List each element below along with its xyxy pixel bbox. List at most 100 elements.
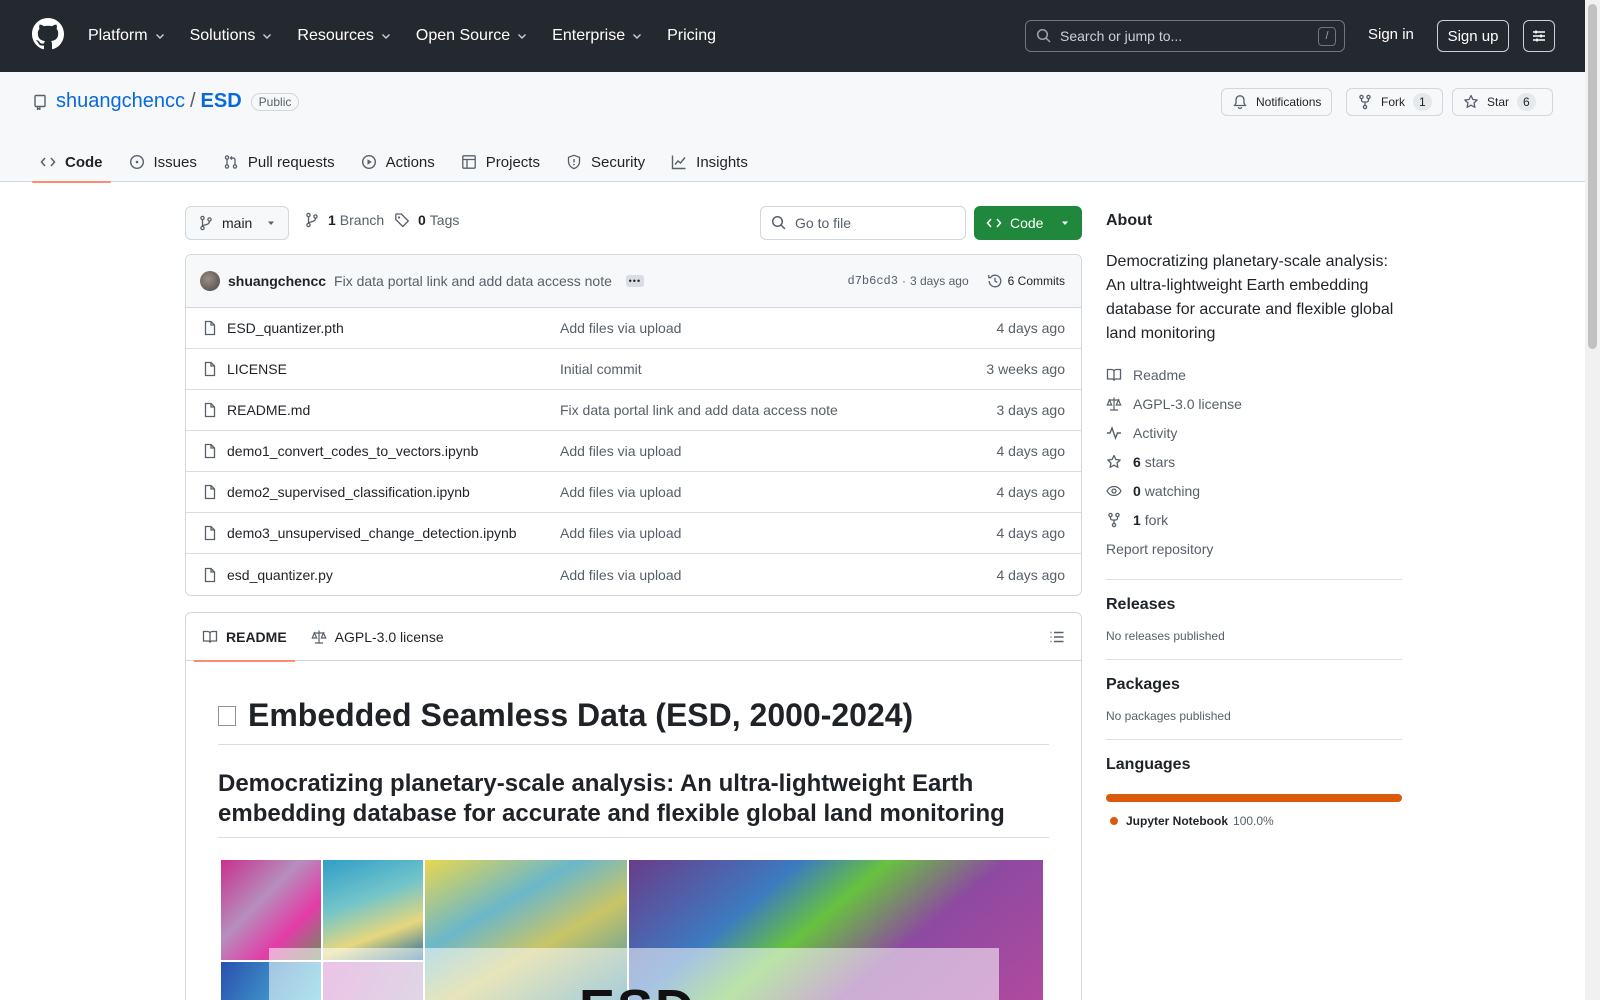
tab-actions[interactable]: Actions <box>353 142 443 182</box>
fork-button[interactable]: Fork 1 <box>1346 88 1443 116</box>
law-icon <box>1106 397 1122 411</box>
table-row[interactable]: demo2_supervised_classification.ipynb Ad… <box>186 472 1081 513</box>
table-row[interactable]: README.md Fix data portal link and add d… <box>186 390 1081 431</box>
file-name-link[interactable]: LICENSE <box>227 361 560 377</box>
file-commit-message-link[interactable]: Add files via upload <box>560 567 681 583</box>
expand-commit-button[interactable]: ••• <box>625 275 644 287</box>
shield-icon <box>567 154 581 170</box>
nav-pricing[interactable]: Pricing <box>667 27 716 45</box>
github-logo-icon[interactable] <box>32 18 64 50</box>
language-item[interactable]: Jupyter Notebook 100.0% <box>1106 814 1402 828</box>
nav-platform[interactable]: Platform <box>88 27 166 45</box>
nav-solutions[interactable]: Solutions <box>190 27 274 45</box>
activity-link[interactable]: Activity <box>1106 418 1402 447</box>
commit-author-link[interactable]: shuangchencc <box>228 273 326 289</box>
caret-down-icon <box>1062 221 1068 225</box>
table-row[interactable]: LICENSE Initial commit 3 weeks ago <box>186 349 1081 390</box>
chevron-down-icon <box>155 34 164 39</box>
forks-link[interactable]: 1 fork <box>1106 505 1402 534</box>
notifications-button[interactable]: Notifications <box>1221 88 1333 116</box>
report-repository-link[interactable]: Report repository <box>1106 534 1402 563</box>
language-bar <box>1106 794 1402 802</box>
file-commit-message-link[interactable]: Add files via upload <box>560 484 681 500</box>
stars-link[interactable]: 6 stars <box>1106 447 1402 476</box>
file-name-link[interactable]: ESD_quantizer.pth <box>227 320 560 336</box>
hero-logo-text: ESD <box>579 978 696 1000</box>
about-heading: About <box>1106 212 1153 229</box>
search-placeholder: Search or jump to... <box>1060 28 1183 44</box>
tab-security[interactable]: Security <box>558 142 653 182</box>
chevron-down-icon <box>381 34 390 39</box>
file-list: shuangchencc Fix data portal link and ad… <box>185 254 1082 596</box>
tab-pull-requests[interactable]: Pull requests <box>215 142 343 182</box>
branches-link[interactable]: 1 Branch <box>304 212 384 228</box>
global-header: Platform Solutions Resources Open Source… <box>0 0 1600 72</box>
graph-icon <box>671 155 686 170</box>
tab-projects[interactable]: Projects <box>453 142 548 182</box>
sign-in-link[interactable]: Sign in <box>1368 26 1414 43</box>
file-name-link[interactable]: esd_quantizer.py <box>227 567 560 583</box>
file-name-link[interactable]: demo1_convert_codes_to_vectors.ipynb <box>227 443 560 459</box>
avatar[interactable] <box>200 271 220 291</box>
nav-enterprise[interactable]: Enterprise <box>552 27 643 45</box>
tab-code[interactable]: Code <box>32 142 111 183</box>
tab-license-label: AGPL-3.0 license <box>334 628 444 645</box>
nav-resources[interactable]: Resources <box>297 27 391 45</box>
table-icon <box>461 155 476 169</box>
file-commit-message-link[interactable]: Initial commit <box>560 361 642 377</box>
code-icon <box>986 218 1002 228</box>
commit-message-link[interactable]: Fix data portal link and add data access… <box>334 273 612 289</box>
code-button[interactable]: Code <box>974 206 1082 240</box>
star-button[interactable]: Star 6 <box>1452 88 1553 116</box>
file-name-link[interactable]: README.md <box>227 402 560 418</box>
tab-insights-label: Insights <box>696 153 748 171</box>
table-row[interactable]: esd_quantizer.py Add files via upload 4 … <box>186 554 1081 595</box>
table-row[interactable]: demo3_unsupervised_change_detection.ipyn… <box>186 513 1081 554</box>
history-icon <box>987 274 1002 288</box>
law-icon <box>311 630 327 644</box>
file-name-link[interactable]: demo2_supervised_classification.ipynb <box>227 484 560 500</box>
file-icon <box>204 484 216 500</box>
commit-hash-link[interactable]: d7b6cd3 <box>848 274 898 288</box>
table-row[interactable]: demo1_convert_codes_to_vectors.ipynb Add… <box>186 431 1081 472</box>
packages-heading[interactable]: Packages <box>1106 676 1402 694</box>
language-color-dot <box>1110 817 1118 825</box>
file-name-link[interactable]: demo3_unsupervised_change_detection.ipyn… <box>227 525 560 541</box>
stars-label: stars <box>1144 453 1176 470</box>
file-commit-date: 4 days ago <box>996 320 1066 336</box>
nav-resources-label: Resources <box>297 27 374 44</box>
branch-icon <box>306 212 318 228</box>
forks-label: fork <box>1144 511 1169 528</box>
sliders-icon <box>1533 30 1545 42</box>
repo-name-link[interactable]: ESD <box>201 90 242 113</box>
nav-open-source-label: Open Source <box>415 27 511 44</box>
commits-history-link[interactable]: 6 Commits <box>987 273 1065 289</box>
branch-selector[interactable]: main <box>185 206 289 240</box>
settings-menu-button[interactable] <box>1523 20 1555 52</box>
anchor-link-icon[interactable] <box>218 705 236 726</box>
readme-link[interactable]: Readme <box>1106 360 1402 389</box>
tags-link[interactable]: 0 Tags <box>394 212 459 228</box>
nav-open-source[interactable]: Open Source <box>416 27 528 45</box>
releases-empty-text: No releases published <box>1106 629 1225 643</box>
tab-readme[interactable]: README <box>194 613 295 662</box>
watchers-link[interactable]: 0 watching <box>1106 476 1402 505</box>
license-link[interactable]: AGPL-3.0 license <box>1106 389 1402 418</box>
scrollbar-thumb[interactable] <box>1588 4 1597 349</box>
go-to-file-input[interactable]: Go to file <box>760 206 966 240</box>
global-search-input[interactable]: Search or jump to... / <box>1025 20 1345 52</box>
file-commit-message-link[interactable]: Add files via upload <box>560 525 681 541</box>
file-commit-message-link[interactable]: Add files via upload <box>560 320 681 336</box>
repo-owner-link[interactable]: shuangchencc <box>56 90 185 113</box>
tab-license[interactable]: AGPL-3.0 license <box>303 613 452 661</box>
table-of-contents-icon[interactable] <box>1049 629 1065 645</box>
table-row[interactable]: ESD_quantizer.pth Add files via upload 4… <box>186 308 1081 349</box>
tab-insights[interactable]: Insights <box>663 142 756 182</box>
commit-meta: d7b6cd3 · 3 days ago 6 Commits <box>848 273 1065 289</box>
releases-heading[interactable]: Releases <box>1106 596 1402 614</box>
eye-icon <box>1106 485 1122 496</box>
file-commit-message-link[interactable]: Fix data portal link and add data access… <box>560 402 838 418</box>
file-commit-message-link[interactable]: Add files via upload <box>560 443 681 459</box>
sign-up-button[interactable]: Sign up <box>1437 20 1509 52</box>
tab-issues[interactable]: Issues <box>121 142 205 182</box>
